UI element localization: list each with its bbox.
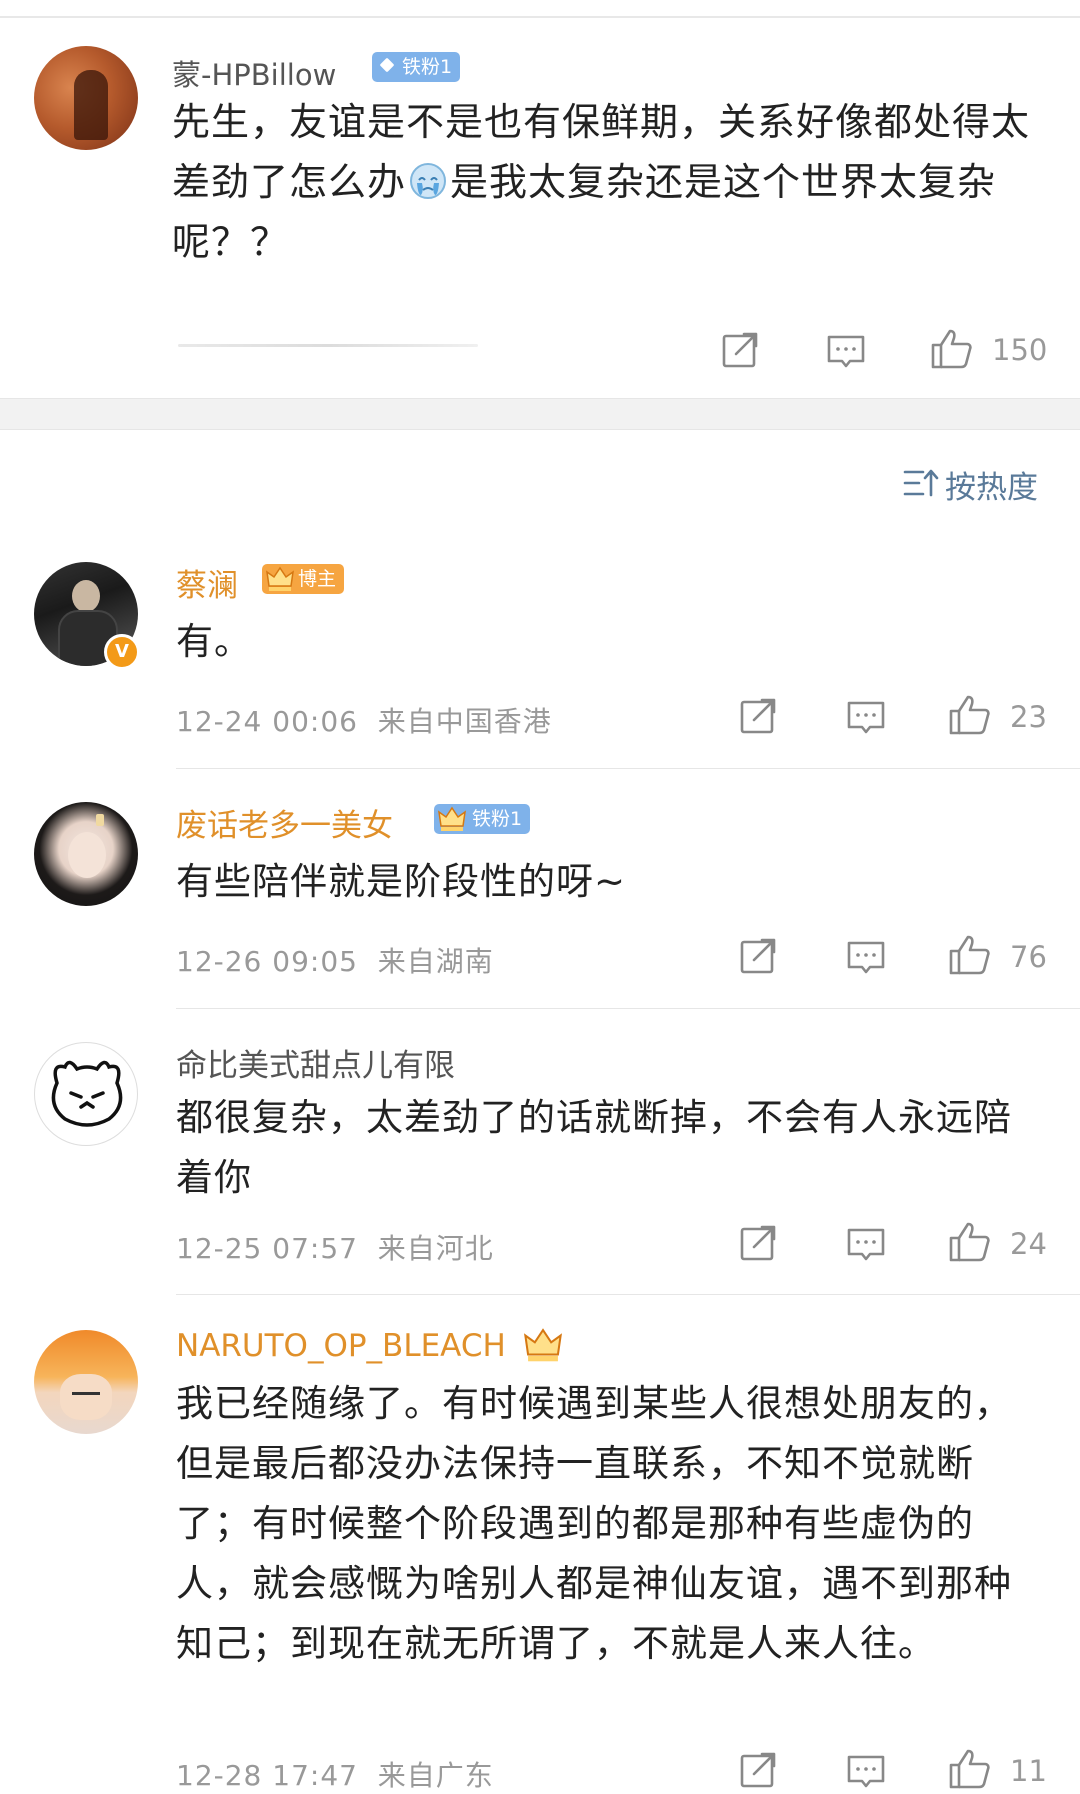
like-count: 23 — [1010, 700, 1047, 734]
avatar[interactable] — [34, 802, 138, 906]
fan-badge-label: 铁粉1 — [472, 808, 523, 830]
comment-username[interactable]: 蔡澜 — [176, 560, 238, 605]
comment-text: 有。 — [176, 620, 252, 663]
comment-location: 来自湖南 — [377, 945, 494, 978]
like-count: 76 — [1010, 940, 1047, 974]
comment-username[interactable]: NARUTO_OP_BLEACH — [176, 1328, 506, 1364]
like-count: 24 — [1010, 1227, 1047, 1261]
sort-toggle[interactable]: 按热度 — [903, 462, 1038, 507]
fan-badge: 铁粉1 — [372, 52, 461, 82]
comment-icon[interactable] — [846, 1226, 888, 1264]
share-icon[interactable] — [740, 936, 782, 978]
blurred-placeholder — [178, 344, 478, 347]
crown-icon — [266, 566, 294, 591]
sort-label: 按热度 — [945, 470, 1038, 506]
section-separator — [0, 398, 1080, 430]
crying-emoji-icon — [408, 158, 448, 199]
comment-location: 来自广东 — [377, 1759, 494, 1792]
comment-time: 12-25 07:57 — [176, 1232, 358, 1265]
like-icon[interactable] — [930, 328, 974, 372]
comment-text: 有些陪伴就是阶段性的呀~ — [176, 860, 627, 903]
like-icon[interactable] — [948, 1748, 992, 1792]
comment-icon[interactable] — [846, 1753, 888, 1791]
comment-meta: 12-25 07:57 来自河北 — [176, 1227, 494, 1267]
comment-time: 12-24 00:06 — [176, 705, 358, 738]
fan-badge-label: 铁粉1 — [402, 56, 453, 78]
comment-divider — [176, 1294, 1080, 1295]
like-count: 150 — [992, 333, 1048, 367]
bear-face-icon — [51, 1060, 123, 1127]
comment-username[interactable]: 命比美式甜点儿有限 — [176, 1040, 455, 1085]
comment-meta: 12-24 00:06 来自中国香港 — [176, 700, 552, 740]
comment-divider — [176, 768, 1080, 769]
comment-icon[interactable] — [846, 699, 888, 737]
like-icon[interactable] — [948, 934, 992, 978]
comment-text: 我已经随缘了。有时候遇到某些人很想处朋友的，但是最后都没办法保持一直联系，不知不… — [176, 1382, 1012, 1665]
comment-icon[interactable] — [826, 333, 868, 371]
blogger-badge: 博主 — [262, 564, 345, 594]
post-text: 先生，友谊是不是也有保鲜期，关系好像都处得太差劲了怎么办 是我太复杂还是这个世界太… — [172, 92, 1052, 272]
crown-icon — [438, 806, 466, 831]
share-icon[interactable] — [740, 1223, 782, 1265]
comment-divider — [176, 1008, 1080, 1009]
share-icon[interactable] — [740, 696, 782, 738]
fan-badge: 铁粉1 — [434, 804, 531, 834]
comment-icon[interactable] — [846, 939, 888, 977]
share-icon[interactable] — [722, 330, 764, 372]
crown-icon — [524, 1328, 562, 1362]
avatar[interactable] — [34, 1330, 138, 1434]
post-username[interactable]: 蒙-HPBillow — [172, 52, 336, 94]
comment-username[interactable]: 废话老多一美女 — [176, 800, 393, 845]
like-count: 11 — [1010, 1754, 1047, 1788]
comment-meta: 12-26 09:05 来自湖南 — [176, 940, 494, 980]
blogger-badge-label: 博主 — [298, 568, 337, 590]
verified-badge: V — [104, 634, 140, 670]
like-icon[interactable] — [948, 694, 992, 738]
avatar[interactable] — [34, 1042, 138, 1146]
share-icon[interactable] — [740, 1750, 782, 1792]
like-icon[interactable] — [948, 1221, 992, 1265]
diamond-icon — [379, 57, 395, 73]
sort-icon — [903, 469, 939, 497]
comment-location: 来自中国香港 — [377, 705, 552, 738]
comment-location: 来自河北 — [377, 1232, 494, 1265]
avatar[interactable] — [34, 46, 138, 150]
comment-meta: 12-28 17:47 来自广东 — [176, 1754, 494, 1794]
comment-time: 12-26 09:05 — [176, 945, 358, 978]
comment-time: 12-28 17:47 — [176, 1759, 358, 1792]
comment-text: 都很复杂，太差劲了的话就断掉，不会有人永远陪着你 — [176, 1096, 1012, 1199]
